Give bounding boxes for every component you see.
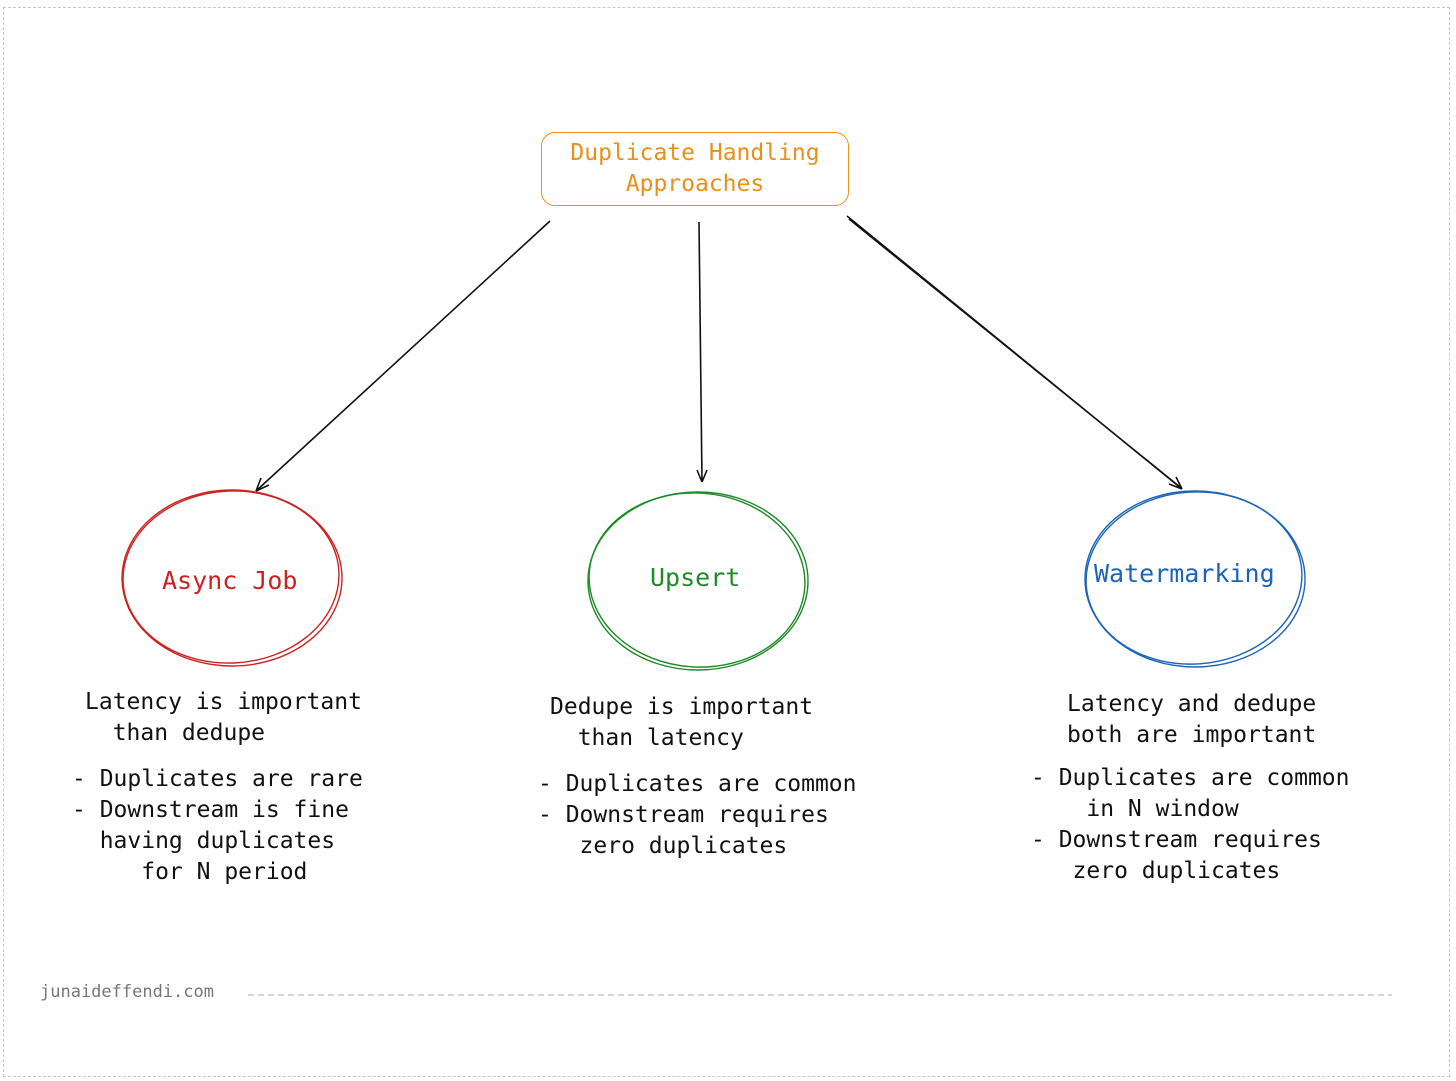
arrow-to-watermarking [846,215,1183,490]
watermarking-bullets: - Duplicates are common in N window - Do… [1031,765,1350,884]
footer-site-url: junaideffendi.com [40,982,214,1002]
async-job-bullets: - Duplicates are rare - Downstream is fi… [72,766,363,885]
upsert-label: Upsert [650,563,741,592]
root-node-title: Duplicate Handling Approaches [541,132,849,206]
watermarking-description: Latency and dedupe both are important [1067,691,1317,748]
async-job-description: Latency is important than dedupe [85,689,362,746]
upsert-bullets: - Duplicates are common - Downstream req… [538,771,857,859]
watermarking-label: Watermarking [1094,559,1275,588]
arrow-to-upsert [696,221,708,483]
upsert-description: Dedupe is important than latency [550,694,814,751]
arrow-to-async-job [255,220,551,492]
async-job-label: Async Job [162,566,298,595]
